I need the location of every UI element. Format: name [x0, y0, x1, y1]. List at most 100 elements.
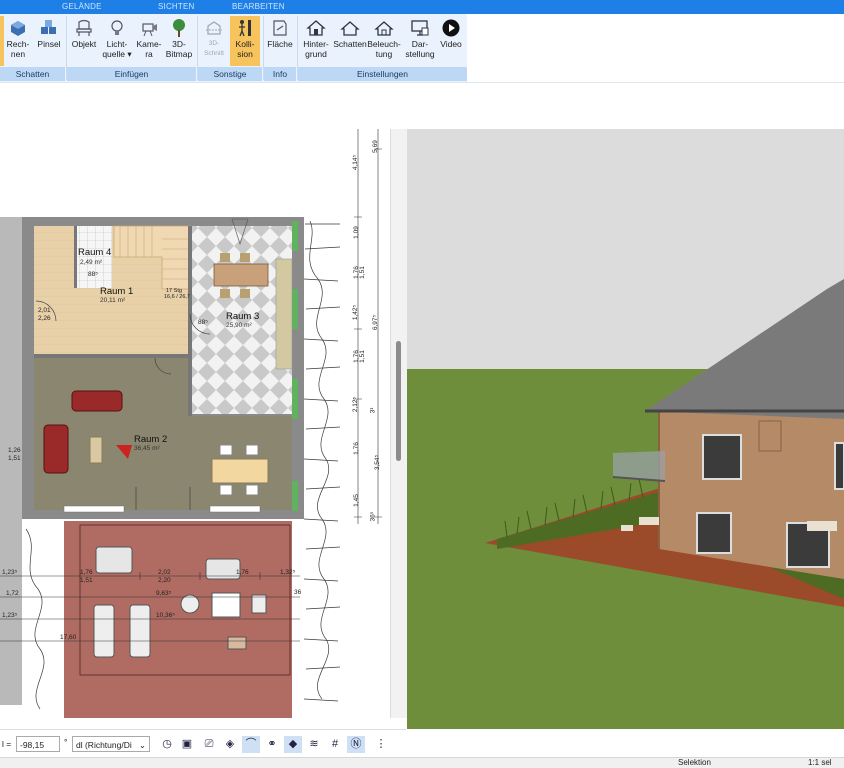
group-schatten: Schatten — [0, 67, 65, 81]
plan-vertical-scrollbar[interactable] — [390, 129, 407, 718]
cubes-icon — [41, 20, 56, 34]
room-3-name[interactable]: Raum 3 — [226, 311, 259, 322]
clock-icon[interactable]: ◷ — [158, 736, 176, 753]
plan-toolbar: l = -98,15 ° dl (Richtung/Di ⌄ ◷ ▣ ⎚ ◈ ⌒… — [0, 729, 406, 758]
sofa-left — [43, 424, 69, 474]
kitchen-counter — [275, 258, 293, 370]
tab-sichten[interactable]: SICHTEN — [158, 2, 195, 11]
room-2-name[interactable]: Raum 2 — [134, 434, 167, 445]
dim-bottom-7: 1,72 — [6, 590, 19, 597]
grid-icon[interactable]: # — [326, 736, 344, 753]
direction-dropdown[interactable]: dl (Richtung/Di ⌄ — [72, 736, 150, 752]
house-bg-icon — [306, 20, 326, 36]
floor-plan-canvas — [0, 129, 382, 718]
status-scale: 1:1 sel — [808, 758, 832, 767]
group-einfuegen: Einfügen — [67, 67, 196, 81]
floor-plan-view[interactable]: Raum 4 2,49 m² Raum 1 20,11 m² Raum 3 25… — [0, 129, 390, 718]
video-label: Video — [440, 39, 462, 49]
dim-right-9: 2,12⁵ — [352, 396, 360, 413]
schatten-label: Schatten — [333, 39, 367, 49]
terrace-table — [211, 592, 241, 618]
dim-right-8: 1,51 — [358, 350, 366, 363]
3d-view[interactable] — [407, 129, 844, 729]
group-sonstige: Sonstige — [198, 67, 262, 81]
hintergrund-label: Hinter- grund — [303, 39, 329, 59]
rechnen-label: Rech- nen — [6, 39, 30, 59]
dim-bottom-10: 10,36⁵ — [156, 612, 175, 619]
bitmap-label: 3D- Bitmap — [165, 39, 193, 59]
dim-bottom-3: 2,02 — [158, 569, 171, 576]
room-4-name[interactable]: Raum 4 — [78, 247, 111, 258]
dim-right-2: 1,09 — [352, 226, 360, 239]
hintergrund-button[interactable]: Hinter- grund — [299, 16, 333, 66]
lichtquelle-button[interactable]: Licht- quelle ▾ — [100, 16, 134, 66]
sunbed-2 — [129, 604, 151, 658]
video-button[interactable]: Video — [437, 16, 465, 66]
dim-bottom-1: 1,76 — [80, 569, 93, 576]
paint-icon[interactable]: ◈ — [221, 736, 239, 753]
camera-tool-icon[interactable]: ⎚ — [200, 736, 218, 753]
kamera-button[interactable]: Kame- ra — [134, 16, 164, 66]
tab-gelaende[interactable]: GELÄNDE — [62, 2, 102, 11]
coordinate-input[interactable]: -98,15 — [16, 736, 60, 752]
pinsel-label: Pinsel — [37, 39, 61, 49]
schnitt-button[interactable]: 3D- Schnitt — [199, 16, 229, 66]
north-icon[interactable]: Ⓝ — [347, 736, 365, 753]
dim-right-13: 1,45 — [352, 494, 360, 507]
terrace-bench — [95, 546, 133, 574]
dim-right-0: 5,69 — [371, 140, 379, 153]
stairs-dims: 16,6 / 26,7 — [164, 294, 190, 300]
schatten-button[interactable]: Schatten — [333, 16, 367, 66]
floor-icon[interactable]: ◆ — [284, 736, 302, 753]
dim-right-6: 6,97⁵ — [372, 314, 380, 331]
dim-right-1: 4,14⁵ — [352, 154, 360, 171]
scrollbar-thumb[interactable] — [396, 341, 401, 461]
dim-bottom-9: 1,23⁵ — [2, 612, 18, 619]
coord-prefix: l = — [2, 739, 12, 749]
room-4-area: 2,49 m² — [80, 259, 103, 266]
section-icon — [206, 21, 222, 35]
door-dim-a: 88⁵ — [88, 271, 98, 278]
tree-icon — [173, 19, 185, 37]
toolbar-gap — [0, 82, 844, 130]
status-mode: Selektion — [678, 758, 711, 767]
room-1-name[interactable]: Raum 1 — [100, 286, 133, 297]
tab-bearbeiten[interactable]: BEARBEITEN — [232, 2, 285, 11]
dim-bottom-12: 36 — [294, 589, 302, 596]
ribbon-tab-bar: GELÄNDE SICHTEN BEARBEITEN — [0, 0, 844, 14]
balcony-glass — [613, 451, 665, 481]
dim-bottom-6: 1,32⁵ — [280, 569, 296, 576]
dim-right-12: 3,54⁵ — [374, 454, 382, 471]
direction-value: dl (Richtung/Di — [76, 740, 132, 750]
door-dim-b: 88⁵ — [198, 319, 208, 326]
rechnen-button[interactable]: Rech- nen — [4, 16, 32, 66]
dim-bottom-8: 9,63⁵ — [156, 590, 172, 597]
layers-icon[interactable]: ≋ — [305, 736, 323, 753]
dim-right-4: 1,51 — [358, 266, 366, 279]
darstellung-label: Dar- stellung — [405, 39, 435, 59]
darstellung-button[interactable]: Dar- stellung — [403, 16, 437, 66]
door-dim-width: 2,01 — [38, 307, 51, 314]
window-dim-a: 1,26 — [8, 447, 21, 454]
flaeche-button[interactable]: Fläche — [265, 16, 295, 66]
chair-icon — [76, 19, 92, 36]
room-2-area: 36,45 m² — [134, 445, 160, 452]
more-icon[interactable]: ⋮ — [372, 736, 390, 753]
pinsel-button[interactable]: Pinsel — [34, 16, 64, 66]
schnitt-label: 3D- Schnitt — [204, 40, 224, 57]
beleuchtung-button[interactable]: Beleuch- tung — [367, 16, 401, 66]
walls-icon[interactable]: ⌒ — [242, 736, 260, 753]
bitmap-button[interactable]: 3D- Bitmap — [164, 16, 194, 66]
objekt-button[interactable]: Objekt — [68, 16, 100, 66]
house-window — [702, 434, 742, 480]
objects-icon[interactable]: ⚭ — [263, 736, 281, 753]
screen-icon[interactable]: ▣ — [178, 736, 196, 753]
window-dim-b: 1,51 — [8, 455, 21, 462]
sofa-top — [71, 390, 123, 412]
chevron-down-icon: ⌄ — [138, 740, 146, 750]
sunbed-1 — [93, 604, 115, 658]
group-info: Info — [264, 67, 296, 81]
house-shadow-icon — [340, 21, 360, 36]
kollision-button[interactable]: Kolli- sion — [230, 16, 260, 66]
ribbon-empty-area — [467, 14, 844, 82]
